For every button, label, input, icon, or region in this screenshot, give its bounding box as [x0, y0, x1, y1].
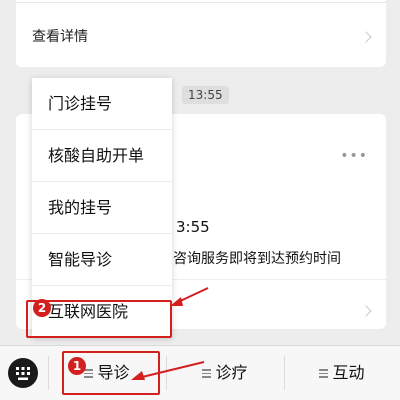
tab-divider — [284, 356, 285, 390]
chevron-right-icon — [360, 305, 372, 317]
step-badge-2: 2 — [33, 299, 51, 317]
step-badge-1: 1 — [68, 357, 86, 375]
menu-item-nucleic-acid-order[interactable]: 核酸自助开单 — [32, 130, 172, 182]
tab-divider — [166, 356, 167, 390]
guide-popup-menu: 门诊挂号 核酸自助开单 我的挂号 智能导诊 互联网医院 — [32, 78, 172, 338]
tab-interaction[interactable]: 互动 — [288, 346, 396, 400]
chevron-right-icon — [360, 31, 372, 43]
chat-timestamp: 13:55 — [182, 86, 229, 104]
bottom-tab-bar: 导诊 诊疗 互动 — [0, 345, 400, 400]
menu-lines-icon — [319, 367, 329, 380]
menu-item-smart-guide[interactable]: 智能导诊 — [32, 234, 172, 286]
appointment-time: 3:55 — [176, 218, 210, 236]
menu-item-my-registration[interactable]: 我的挂号 — [32, 182, 172, 234]
tab-divider — [48, 356, 49, 390]
tab-treatment[interactable]: 诊疗 — [170, 346, 280, 400]
menu-lines-icon — [202, 367, 212, 380]
tab-label: 互动 — [332, 363, 365, 382]
menu-item-outpatient-registration[interactable]: 门诊挂号 — [32, 78, 172, 130]
card-divider — [16, 2, 386, 3]
top-message-card: 查看详情 — [16, 0, 386, 67]
keyboard-icon — [16, 367, 30, 380]
appointment-message: 咨询服务即将到达预约时间 — [173, 251, 341, 267]
tab-label: 诊疗 — [215, 363, 248, 382]
more-options-icon[interactable]: ••• — [340, 148, 368, 164]
view-details-link[interactable]: 查看详情 — [32, 26, 88, 46]
keyboard-toggle-button[interactable] — [8, 358, 38, 388]
